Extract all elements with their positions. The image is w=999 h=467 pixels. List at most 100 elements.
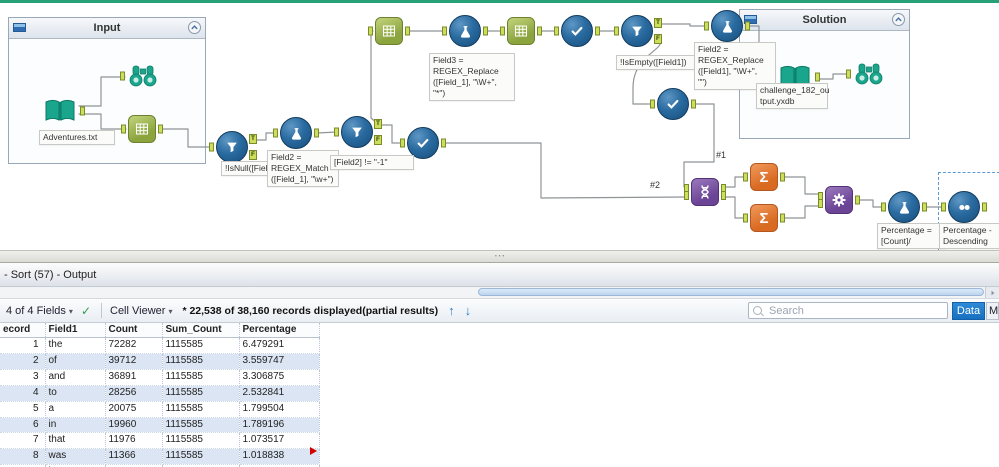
output-anchor[interactable] — [922, 202, 927, 212]
annotation-filter-3[interactable]: !IsEmpty([Field1]) — [616, 55, 702, 71]
cell[interactable]: 1115585 — [162, 401, 240, 418]
sort-tool[interactable] — [941, 191, 987, 223]
row-number-cell[interactable]: 1 — [0, 337, 46, 354]
cell[interactable]: 1.018838 — [239, 448, 320, 466]
cell[interactable]: 3.306875 — [239, 369, 320, 386]
cell[interactable]: 28256 — [105, 385, 163, 402]
input-anchor[interactable] — [273, 128, 278, 138]
annotation-input-file[interactable]: Adventures.txt — [39, 130, 115, 146]
output-anchor[interactable] — [780, 213, 785, 223]
cell[interactable]: in — [45, 417, 106, 434]
row-number-cell[interactable]: 7 — [0, 432, 46, 450]
cell[interactable]: 1115585 — [162, 448, 240, 466]
input-anchor[interactable] — [743, 172, 748, 182]
annotation-formula-4[interactable]: Percentage = [Count]/ — [877, 223, 947, 250]
cell[interactable]: that — [45, 432, 106, 450]
input-anchor[interactable] — [121, 124, 126, 134]
cell[interactable]: 1115585 — [162, 417, 240, 434]
annotation-sort[interactable]: Percentage - Descending — [939, 223, 999, 250]
column-header-percentage[interactable]: Percentage — [239, 323, 320, 338]
scroll-down-button[interactable]: ↓ — [465, 303, 472, 318]
filter-tool-1[interactable]: T F — [209, 131, 257, 163]
output-anchor[interactable] — [721, 191, 726, 200]
cell[interactable]: 11976 — [105, 432, 163, 450]
formula-tool-4[interactable] — [881, 191, 927, 223]
cell[interactable]: was — [45, 448, 106, 466]
cell[interactable]: to — [45, 385, 106, 402]
scrollbar-right-button[interactable] — [985, 287, 999, 298]
cell[interactable]: 1115585 — [162, 432, 240, 450]
cell[interactable]: 19960 — [105, 417, 163, 434]
input-anchor[interactable] — [743, 213, 748, 223]
column-header-count[interactable]: Count — [105, 323, 163, 338]
input-anchor[interactable] — [442, 26, 447, 36]
annotation-filter-2[interactable]: [Field2] != "-1" — [330, 155, 414, 171]
cell[interactable]: the — [45, 337, 106, 354]
row-number-cell[interactable]: 5 — [0, 401, 46, 418]
row-number-cell[interactable]: 4 — [0, 385, 46, 402]
text-to-columns-tool-3[interactable] — [500, 17, 542, 45]
formula-tool-2[interactable] — [442, 15, 488, 47]
cell[interactable]: 6.479291 — [239, 337, 320, 354]
search-input[interactable] — [767, 303, 943, 318]
column-header-record[interactable]: ecord — [0, 323, 46, 338]
unique-tool-3[interactable] — [650, 88, 696, 120]
fields-dropdown[interactable]: 4 of 4 Fields ▾ — [6, 305, 73, 317]
input-anchor[interactable] — [818, 199, 823, 208]
true-output-anchor[interactable]: T — [374, 119, 382, 129]
column-header-sum-count[interactable]: Sum_Count — [162, 323, 240, 338]
search-box[interactable] — [748, 302, 948, 319]
input-anchor[interactable] — [704, 21, 709, 31]
cell[interactable]: and — [45, 369, 106, 386]
output-anchor[interactable] — [982, 202, 987, 212]
output-anchor[interactable] — [691, 99, 696, 109]
output-anchor[interactable] — [537, 26, 542, 36]
formula-tool-1[interactable] — [273, 117, 319, 149]
cell[interactable]: 1115585 — [162, 337, 240, 354]
input-anchor[interactable] — [941, 202, 946, 212]
row-number-cell[interactable]: 8 — [0, 448, 46, 466]
summarize-tool-1[interactable]: Σ — [743, 163, 785, 191]
cell[interactable]: 72282 — [105, 337, 163, 354]
false-output-anchor[interactable]: F — [249, 150, 257, 160]
true-output-anchor[interactable]: T — [654, 18, 662, 28]
input-anchor[interactable] — [614, 26, 619, 36]
browse-tool-solution[interactable] — [846, 62, 884, 86]
input-anchor[interactable] — [368, 26, 373, 36]
input-anchor[interactable] — [334, 127, 339, 137]
false-output-anchor[interactable]: F — [654, 34, 662, 44]
filter-tool-3[interactable]: T F — [614, 15, 662, 47]
browse-tool-input[interactable] — [120, 64, 158, 88]
output-anchor[interactable] — [780, 172, 785, 182]
unique-tool-2[interactable] — [554, 15, 600, 47]
output-anchor[interactable] — [158, 124, 163, 134]
output-anchor[interactable] — [815, 72, 820, 82]
output-anchor[interactable] — [314, 128, 319, 138]
annotation-formula-2[interactable]: Field3 = REGEX_Replace ([Field_1], "\W+"… — [429, 53, 515, 102]
cell[interactable]: of — [45, 353, 106, 370]
cell[interactable]: 3.559747 — [239, 353, 320, 370]
output-anchor[interactable] — [80, 106, 85, 116]
cell[interactable]: 11366 — [105, 448, 163, 466]
cell[interactable]: 1.789196 — [239, 417, 320, 434]
annotation-formula-1[interactable]: Field2 = REGEX_Match ([Field_1], "\w+") — [267, 150, 339, 188]
cell[interactable]: 20075 — [105, 401, 163, 418]
summarize-tool-2[interactable]: Σ — [743, 204, 785, 232]
input-anchor[interactable] — [881, 202, 886, 212]
input-anchor[interactable] — [120, 71, 125, 81]
text-to-columns-tool-2[interactable] — [368, 17, 410, 45]
input-anchor[interactable] — [846, 69, 851, 79]
output-anchor[interactable] — [483, 26, 488, 36]
right-input-anchor[interactable] — [684, 191, 689, 200]
annotation-output-file[interactable]: challenge_182_ou tput.yxdb — [756, 83, 829, 110]
input-anchor[interactable] — [650, 99, 655, 109]
output-anchor[interactable] — [405, 26, 410, 36]
output-anchor[interactable] — [855, 195, 860, 205]
metadata-view-button[interactable]: M — [986, 301, 999, 320]
cell[interactable]: a — [45, 401, 106, 418]
output-anchor[interactable] — [745, 21, 750, 31]
input-anchor[interactable] — [400, 138, 405, 148]
formula-tool-3[interactable] — [704, 10, 750, 42]
row-number-cell[interactable]: 3 — [0, 369, 46, 386]
text-to-columns-tool-1[interactable] — [121, 115, 163, 143]
